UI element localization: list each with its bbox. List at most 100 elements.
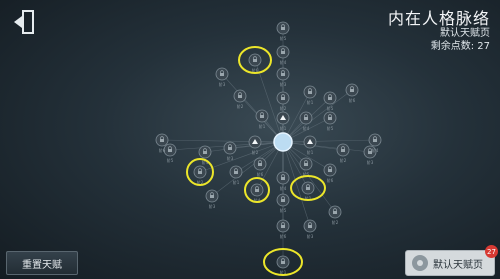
lock-icon xyxy=(333,211,337,214)
talent-node[interactable]: 阶1 xyxy=(301,181,315,201)
talent-node[interactable]: 阶3 xyxy=(215,67,229,87)
lock-icon xyxy=(238,95,242,98)
talent-node[interactable]: 阶5 xyxy=(299,157,313,177)
talent-node[interactable]: 阶1 xyxy=(229,165,243,185)
talent-node[interactable]: 阶3 xyxy=(276,67,290,87)
talent-node[interactable]: 阶2 xyxy=(276,91,290,111)
lock-icon xyxy=(253,59,257,62)
talent-node[interactable]: 阶6 xyxy=(345,83,359,103)
lock-icon xyxy=(328,97,332,100)
talent-node[interactable]: 阶1 xyxy=(276,111,290,131)
talent-node-label: 阶5 xyxy=(280,35,287,41)
lock-icon xyxy=(341,149,345,152)
talent-node-label: 阶4 xyxy=(280,59,287,65)
talent-node[interactable]: 阶1 xyxy=(255,109,269,129)
talent-node-label: 阶5 xyxy=(280,207,287,213)
remaining-points-label: 剩余点数: xyxy=(430,41,475,52)
talent-node[interactable]: 阶4 xyxy=(276,45,290,65)
lock-icon xyxy=(281,177,285,180)
talent-node[interactable]: 阶5 xyxy=(323,91,337,111)
talent-node-label: 阶2 xyxy=(280,105,287,111)
core-node[interactable] xyxy=(273,132,293,152)
talent-node[interactable]: 阶1 xyxy=(276,255,290,275)
talent-node[interactable]: 阶1 xyxy=(303,85,317,105)
talent-link xyxy=(204,141,284,153)
lock-icon xyxy=(160,139,164,142)
talent-node-label: 阶6 xyxy=(159,147,166,153)
talent-node[interactable]: 阶5 xyxy=(276,21,290,41)
talent-node-label: 阶1 xyxy=(280,125,287,131)
talent-node[interactable]: 阶2 xyxy=(328,205,342,225)
talent-node[interactable]: 阶4 xyxy=(276,171,290,191)
talent-link xyxy=(282,139,376,143)
lock-icon xyxy=(228,147,232,150)
default-talent-page-label: 默认天赋页 xyxy=(433,259,483,271)
lock-icon xyxy=(281,225,285,228)
lock-icon xyxy=(281,199,285,202)
talent-node-label: 阶6 xyxy=(349,97,356,103)
talent-node-label: 阶2 xyxy=(340,157,347,163)
talent-node[interactable]: 阶5 xyxy=(276,193,290,213)
lock-icon xyxy=(308,91,312,94)
lock-icon xyxy=(281,27,285,30)
talent-node[interactable]: 阶2 xyxy=(248,135,262,155)
talent-node[interactable]: 阶6 xyxy=(276,219,290,239)
reset-talents-button[interactable]: 重置天赋 xyxy=(6,251,78,275)
talent-node[interactable]: 阶3 xyxy=(205,189,219,209)
talent-link xyxy=(282,141,371,153)
talent-node[interactable]: 阶4 xyxy=(250,183,264,203)
talent-node[interactable]: 阶6 xyxy=(248,53,262,73)
talent-node-label: 阶5 xyxy=(327,105,334,111)
talent-node-label: 阶1 xyxy=(233,179,240,185)
talent-node[interactable]: 阶5 xyxy=(323,111,337,131)
lock-icon xyxy=(234,171,238,174)
lock-icon xyxy=(168,149,172,152)
lock-icon xyxy=(210,195,214,198)
exit-door-icon xyxy=(14,10,34,34)
talent-node[interactable]: 阶2 xyxy=(336,143,350,163)
lock-icon xyxy=(281,73,285,76)
talent-node-label: 阶3 xyxy=(209,203,216,209)
talent-node-label: 阶3 xyxy=(307,233,314,239)
lock-icon xyxy=(203,151,207,154)
talent-node[interactable]: 阶2 xyxy=(193,165,207,185)
lock-icon xyxy=(281,97,285,100)
talent-node-label: 阶1 xyxy=(307,99,314,105)
talent-node-label: 阶5 xyxy=(167,157,174,163)
talent-node-label: 阶4 xyxy=(372,147,379,153)
talent-node[interactable]: 阶6 xyxy=(253,157,267,177)
talent-node[interactable]: 阶2 xyxy=(233,89,247,109)
talent-node[interactable]: 阶6 xyxy=(323,163,337,183)
lock-icon xyxy=(198,171,202,174)
talent-link xyxy=(282,89,353,143)
talent-node-label: 阶3 xyxy=(227,155,234,161)
default-talent-page-button[interactable]: 默认天赋页 xyxy=(405,250,495,276)
talent-node[interactable]: 阶3 xyxy=(303,219,317,239)
talent-node-label: 阶6 xyxy=(327,177,334,183)
talent-node-label: 阶6 xyxy=(280,233,287,239)
talent-link xyxy=(221,73,284,143)
talent-node-label: 阶6 xyxy=(257,171,264,177)
talent-link xyxy=(211,141,284,197)
lock-icon xyxy=(306,187,310,190)
lock-icon xyxy=(373,139,377,142)
lock-icon xyxy=(328,169,332,172)
lock-icon xyxy=(304,163,308,166)
talent-link xyxy=(161,139,284,143)
points-badge: 27 xyxy=(485,245,498,258)
talent-node[interactable]: 阶1 xyxy=(303,135,317,155)
talent-node-label: 阶2 xyxy=(332,219,339,225)
talent-node-label: 阶2 xyxy=(237,103,244,109)
talent-node[interactable]: 阶5 xyxy=(163,143,177,163)
exit-button[interactable] xyxy=(8,6,42,38)
talent-node[interactable]: 阶3 xyxy=(223,141,237,161)
talent-tree: 阶1阶2阶3阶4阶5阶6阶1阶2阶3阶4阶5阶6阶1阶2阶3阶4阶5阶6 阶1阶2… xyxy=(155,21,382,276)
talent-node-label: 阶2 xyxy=(252,149,259,155)
lock-icon xyxy=(255,189,259,192)
lock-icon xyxy=(260,115,264,118)
remaining-points: 剩余点数: 27 xyxy=(431,37,490,52)
lock-icon xyxy=(281,51,285,54)
talent-node-label: 阶3 xyxy=(280,81,287,87)
talent-node[interactable]: 阶4 xyxy=(368,133,382,153)
lock-icon xyxy=(350,89,354,92)
